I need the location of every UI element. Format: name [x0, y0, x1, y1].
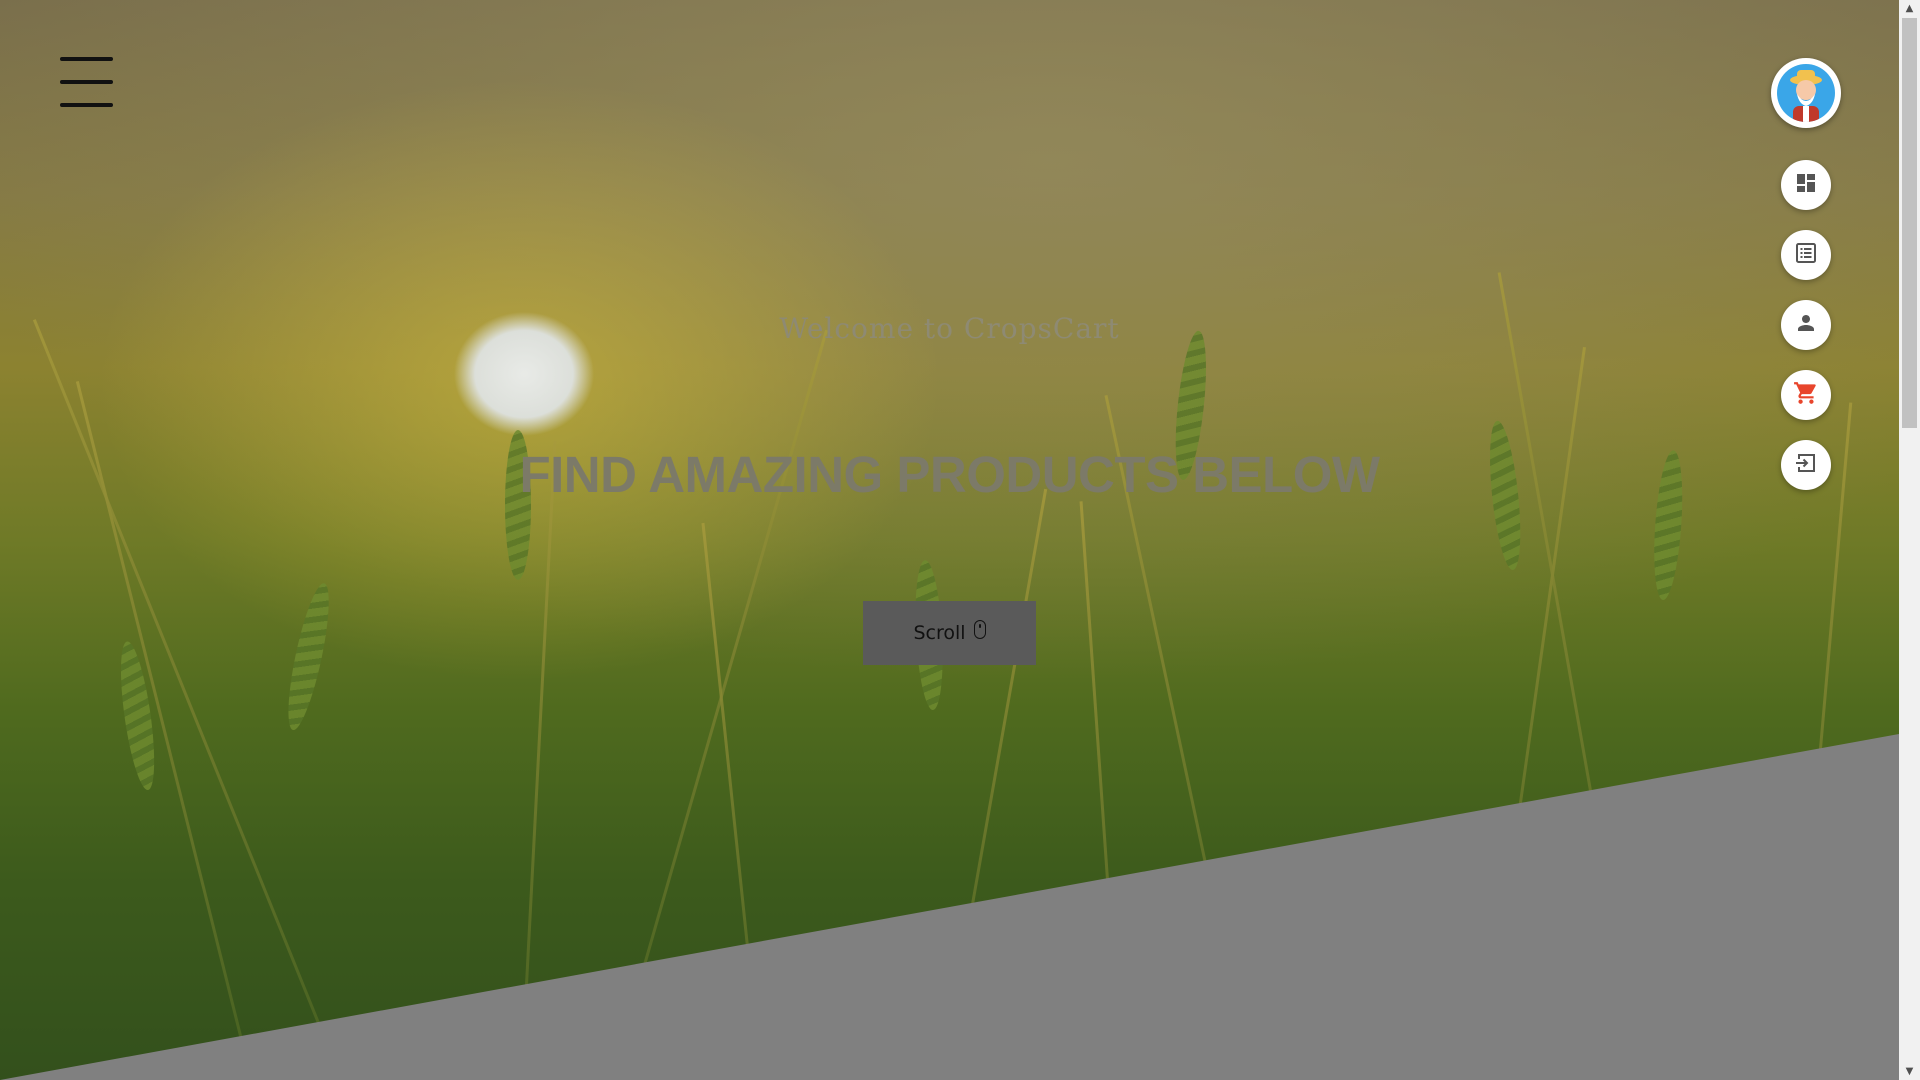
orders-list-icon [1794, 241, 1818, 269]
welcome-text: Welcome to CropsCart [779, 312, 1120, 345]
cart-icon [1793, 380, 1819, 410]
scroll-button-label: Scroll [913, 622, 966, 644]
exit-icon [1794, 451, 1818, 479]
profile-button[interactable] [1781, 300, 1831, 350]
dashboard-button[interactable] [1781, 160, 1831, 210]
hero-headline: FIND AMAZING PRODUCTS BELOW [519, 446, 1380, 503]
mouse-icon [973, 619, 986, 639]
cart-button[interactable] [1781, 370, 1831, 420]
scroll-thumb[interactable] [1902, 18, 1917, 428]
logout-button[interactable] [1781, 440, 1831, 490]
scroll-button[interactable]: Scroll [863, 601, 1036, 665]
orders-button[interactable] [1781, 230, 1831, 280]
scroll-down-arrow-icon[interactable]: ▼ [1899, 1063, 1920, 1080]
dashboard-icon [1794, 171, 1818, 199]
avatar[interactable] [1771, 58, 1841, 128]
person-icon [1794, 311, 1818, 339]
hamburger-menu-icon[interactable] [60, 57, 113, 107]
vertical-scrollbar[interactable]: ▲ ▼ [1899, 0, 1920, 1080]
farmer-avatar-icon [1777, 64, 1835, 122]
scroll-up-arrow-icon[interactable]: ▲ [1899, 0, 1920, 17]
